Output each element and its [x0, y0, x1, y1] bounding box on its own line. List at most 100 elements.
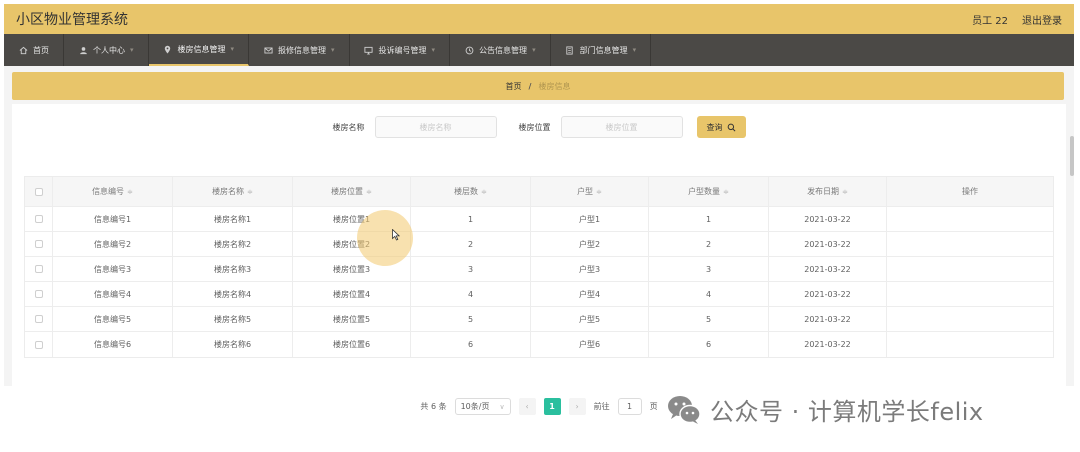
column-header[interactable]: 楼房位置 ≑ — [293, 177, 411, 206]
building-name-input[interactable]: 楼房名称 — [374, 116, 497, 138]
table-cell: 5 — [411, 307, 531, 331]
app-title: 小区物业管理系统 — [16, 12, 128, 28]
table-cell: 4 — [411, 282, 531, 306]
column-header[interactable]: 楼房名称 ≑ — [173, 177, 293, 206]
select-all-checkbox[interactable] — [34, 187, 43, 196]
table-row: 信息编号4 楼房名称4 楼房位置4 4 户型4 4 2021-03-22 — [25, 282, 1053, 307]
nav-label: 投诉编号管理 — [378, 45, 427, 55]
table-row: 信息编号5 楼房名称5 楼房位置5 5 户型5 5 2021-03-22 — [25, 307, 1053, 332]
table-cell: 户型5 — [531, 307, 649, 331]
table-cell: 2021-03-22 — [769, 232, 887, 256]
actions-cell — [887, 257, 1053, 281]
table-cell: 5 — [649, 307, 769, 331]
table-row: 信息编号2 楼房名称2 楼房位置2 2 户型2 2 2021-03-22 — [25, 232, 1053, 257]
table-cell: 信息编号6 — [53, 332, 173, 357]
table-body: 信息编号1 楼房名称1 楼房位置1 1 户型1 1 2021-03-22 信息编号2 楼房名称2… — [25, 207, 1053, 357]
table-cell: 2 — [649, 232, 769, 256]
user-name[interactable]: 员工 22 — [972, 12, 1008, 27]
column-header[interactable]: 信息编号 ≑ — [53, 177, 173, 206]
building-location-input[interactable]: 楼房位置 — [560, 116, 683, 138]
nav-label: 首页 — [33, 45, 49, 55]
table-cell: 2021-03-22 — [769, 282, 887, 306]
building-icon — [565, 45, 575, 55]
sort-icon: ≑ — [247, 187, 253, 196]
chevron-down-icon: ▾ — [532, 46, 536, 54]
chevron-down-icon: ▾ — [632, 46, 637, 54]
row-checkbox[interactable] — [34, 240, 43, 248]
table-cell: 户型2 — [531, 232, 649, 256]
table-cell: 楼房位置3 — [293, 257, 411, 281]
watermark: 公众号 · 计算机学长felix — [666, 392, 984, 427]
row-checkbox[interactable] — [34, 340, 43, 349]
nav-item-repair-info[interactable]: 报修信息管理 ▾ — [249, 34, 350, 66]
chevron-down-icon: ∨ — [499, 402, 505, 411]
next-page-button[interactable]: › — [568, 398, 586, 415]
actions-cell — [887, 232, 1053, 256]
breadcrumb-separator: / — [528, 81, 532, 91]
logout-link[interactable]: 退出登录 — [1022, 12, 1062, 27]
sort-icon: ≑ — [481, 187, 487, 196]
nav-item-home[interactable]: 首页 — [4, 34, 64, 66]
nav-label: 个人中心 — [93, 45, 125, 55]
actions-cell — [887, 282, 1053, 306]
sort-icon: ≑ — [366, 187, 372, 196]
chevron-down-icon: ▾ — [230, 45, 235, 53]
mail-icon — [263, 45, 273, 55]
building-name-label: 楼房名称 — [332, 122, 365, 132]
nav-item-announcement-info[interactable]: 公告信息管理 ▾ — [450, 34, 551, 66]
table-cell: 1 — [649, 207, 769, 231]
nav-item-personal-center[interactable]: 个人中心 ▾ — [64, 34, 149, 66]
table-cell: 6 — [411, 332, 531, 357]
column-header[interactable]: 户型 ≑ — [531, 177, 649, 206]
table-cell: 楼房名称6 — [173, 332, 293, 357]
building-list-panel: 楼房名称 楼房名称 楼房位置 楼房位置 查询 信息编号 ≑ 楼房名称 ≑ 楼房位置 ≑… — [12, 104, 1066, 415]
wechat-icon — [668, 395, 701, 424]
search-bar: 楼房名称 楼房名称 楼房位置 楼房位置 查询 — [12, 116, 1066, 138]
table-cell: 4 — [649, 282, 769, 306]
table-cell: 信息编号1 — [53, 207, 173, 231]
table-cell: 3 — [649, 257, 769, 281]
column-header[interactable]: 户型数量 ≑ — [649, 177, 769, 206]
actions-cell — [887, 307, 1053, 331]
sort-icon: ≑ — [596, 187, 602, 196]
query-button-label: 查询 — [706, 122, 723, 132]
table-cell: 楼房名称2 — [173, 232, 293, 256]
nav-label: 报修信息管理 — [278, 45, 327, 55]
table-row: 信息编号6 楼房名称6 楼房位置6 6 户型6 6 2021-03-22 — [25, 332, 1053, 357]
row-checkbox[interactable] — [34, 315, 43, 323]
nav-label: 楼房信息管理 — [177, 44, 226, 54]
clock-icon — [464, 45, 474, 55]
table-row: 信息编号3 楼房名称3 楼房位置3 3 户型3 3 2021-03-22 — [25, 257, 1053, 282]
table-cell: 信息编号4 — [53, 282, 173, 306]
column-header[interactable]: 发布日期 ≑ — [769, 177, 887, 206]
building-table: 信息编号 ≑ 楼房名称 ≑ 楼房位置 ≑ 楼层数 ≑ 户型 ≑ 户型数量 ≑ 发布日期 ≑ 操… — [24, 176, 1054, 358]
main-nav: 首页 个人中心 ▾ 楼房信息管理 ▾ 报修信息管理 ▾ 投诉编号管理 ▾ 公告信… — [4, 34, 1074, 66]
nav-label: 公告信息管理 — [479, 45, 528, 55]
nav-item-department-info[interactable]: 部门信息管理 ▾ — [551, 34, 652, 66]
page-number-current[interactable]: 1 — [543, 398, 561, 415]
row-checkbox[interactable] — [34, 265, 43, 273]
row-checkbox[interactable] — [34, 290, 43, 298]
search-icon — [727, 123, 735, 131]
breadcrumb-home[interactable]: 首页 — [506, 81, 522, 92]
sort-icon: ≑ — [842, 187, 848, 196]
table-cell: 楼房名称5 — [173, 307, 293, 331]
nav-item-building-info[interactable]: 楼房信息管理 ▾ — [148, 34, 250, 66]
nav-item-complaint-number[interactable]: 投诉编号管理 ▾ — [350, 34, 451, 66]
sort-icon: ≑ — [723, 187, 729, 196]
table-cell: 2021-03-22 — [769, 207, 887, 231]
scrollbar[interactable] — [1070, 136, 1074, 176]
table-header-row: 信息编号 ≑ 楼房名称 ≑ 楼房位置 ≑ 楼层数 ≑ 户型 ≑ 户型数量 ≑ 发布日期 ≑ 操… — [25, 177, 1053, 207]
table-cell: 户型4 — [531, 282, 649, 306]
goto-page-input[interactable]: 1 — [617, 398, 642, 415]
page-size-select[interactable]: 10条/页 ∨ — [454, 398, 511, 415]
top-header: 小区物业管理系统 员工 22 退出登录 — [4, 4, 1074, 34]
user-area: 员工 22 退出登录 — [972, 12, 1062, 27]
table-cell: 户型6 — [531, 332, 649, 357]
goto-label: 前往 — [593, 402, 610, 411]
prev-page-button[interactable]: ‹ — [518, 398, 536, 415]
column-header[interactable]: 楼层数 ≑ — [411, 177, 531, 206]
chevron-down-icon: ▾ — [130, 46, 134, 54]
query-button[interactable]: 查询 — [696, 116, 746, 138]
row-checkbox[interactable] — [34, 215, 43, 223]
